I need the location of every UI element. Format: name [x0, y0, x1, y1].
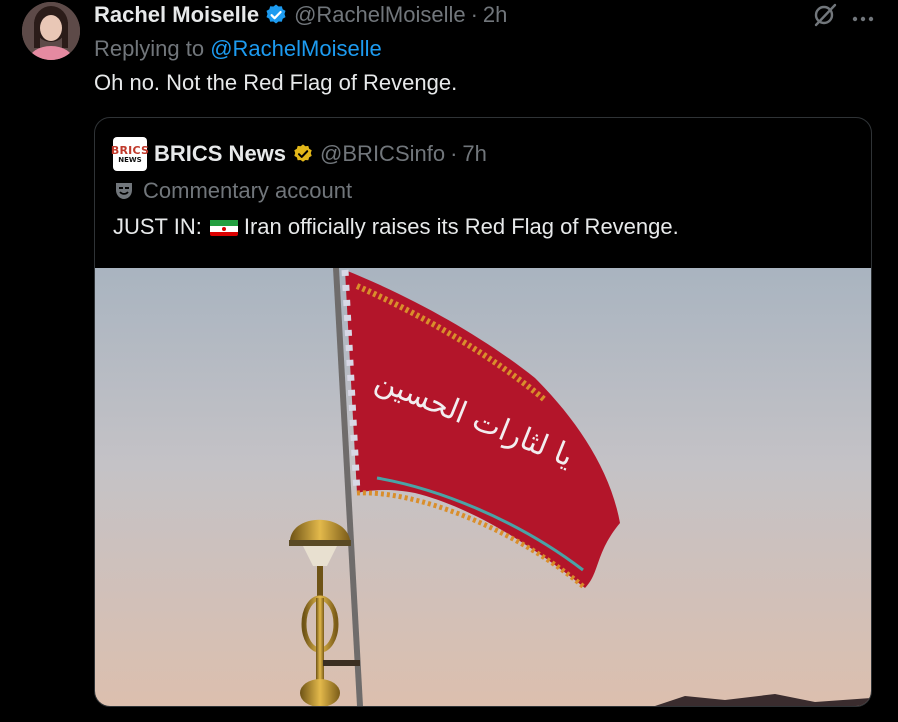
timestamp[interactable]: 2h: [483, 2, 507, 28]
author-name[interactable]: Rachel Moiselle: [94, 2, 259, 28]
replying-to: Replying to @RachelMoiselle: [94, 36, 382, 62]
tweet-actions-top: [812, 2, 874, 33]
logo-top-text: BRICS: [110, 143, 150, 157]
commentary-account-label: Commentary account: [113, 178, 352, 204]
quoted-image[interactable]: يا لثارات الحسين: [95, 268, 871, 706]
quoted-text-prefix: JUST IN:: [113, 214, 202, 239]
author-handle[interactable]: @RachelMoiselle: [294, 2, 466, 28]
quoted-timestamp[interactable]: 7h: [462, 141, 486, 167]
grok-icon[interactable]: [812, 2, 838, 33]
theater-mask-icon: [116, 183, 132, 199]
separator-dot: ·: [470, 2, 478, 27]
commentary-text: Commentary account: [143, 178, 353, 203]
reply-header: Rachel Moiselle @RachelMoiselle · 2h: [94, 2, 507, 28]
brics-news-logo[interactable]: BRICS NEWS: [110, 137, 150, 171]
avatar[interactable]: [22, 2, 80, 60]
quoted-tweet[interactable]: BRICS NEWS BRICS News @BRICSinfo · 7h Co…: [94, 117, 872, 707]
gold-verified-badge-icon[interactable]: [292, 143, 314, 165]
replying-to-link[interactable]: @RachelMoiselle: [210, 36, 382, 61]
more-icon[interactable]: [852, 9, 874, 27]
replying-prefix: Replying to: [94, 36, 205, 61]
quoted-text-body: Iran officially raises its Red Flag of R…: [243, 214, 679, 239]
quoted-author-name[interactable]: BRICS News: [154, 141, 286, 167]
quoted-text: JUST IN: Iran officially raises its Red …: [113, 214, 679, 240]
tweet-text: Oh no. Not the Red Flag of Revenge.: [94, 70, 458, 95]
quoted-separator-dot: ·: [450, 141, 458, 166]
logo-bottom-text: NEWS: [118, 155, 142, 164]
quoted-author-handle[interactable]: @BRICSinfo: [320, 141, 445, 167]
iran-flag-icon: [209, 218, 238, 236]
quoted-header: BRICS NEWS BRICS News @BRICSinfo · 7h: [110, 137, 487, 171]
verified-badge-icon[interactable]: [264, 3, 288, 27]
